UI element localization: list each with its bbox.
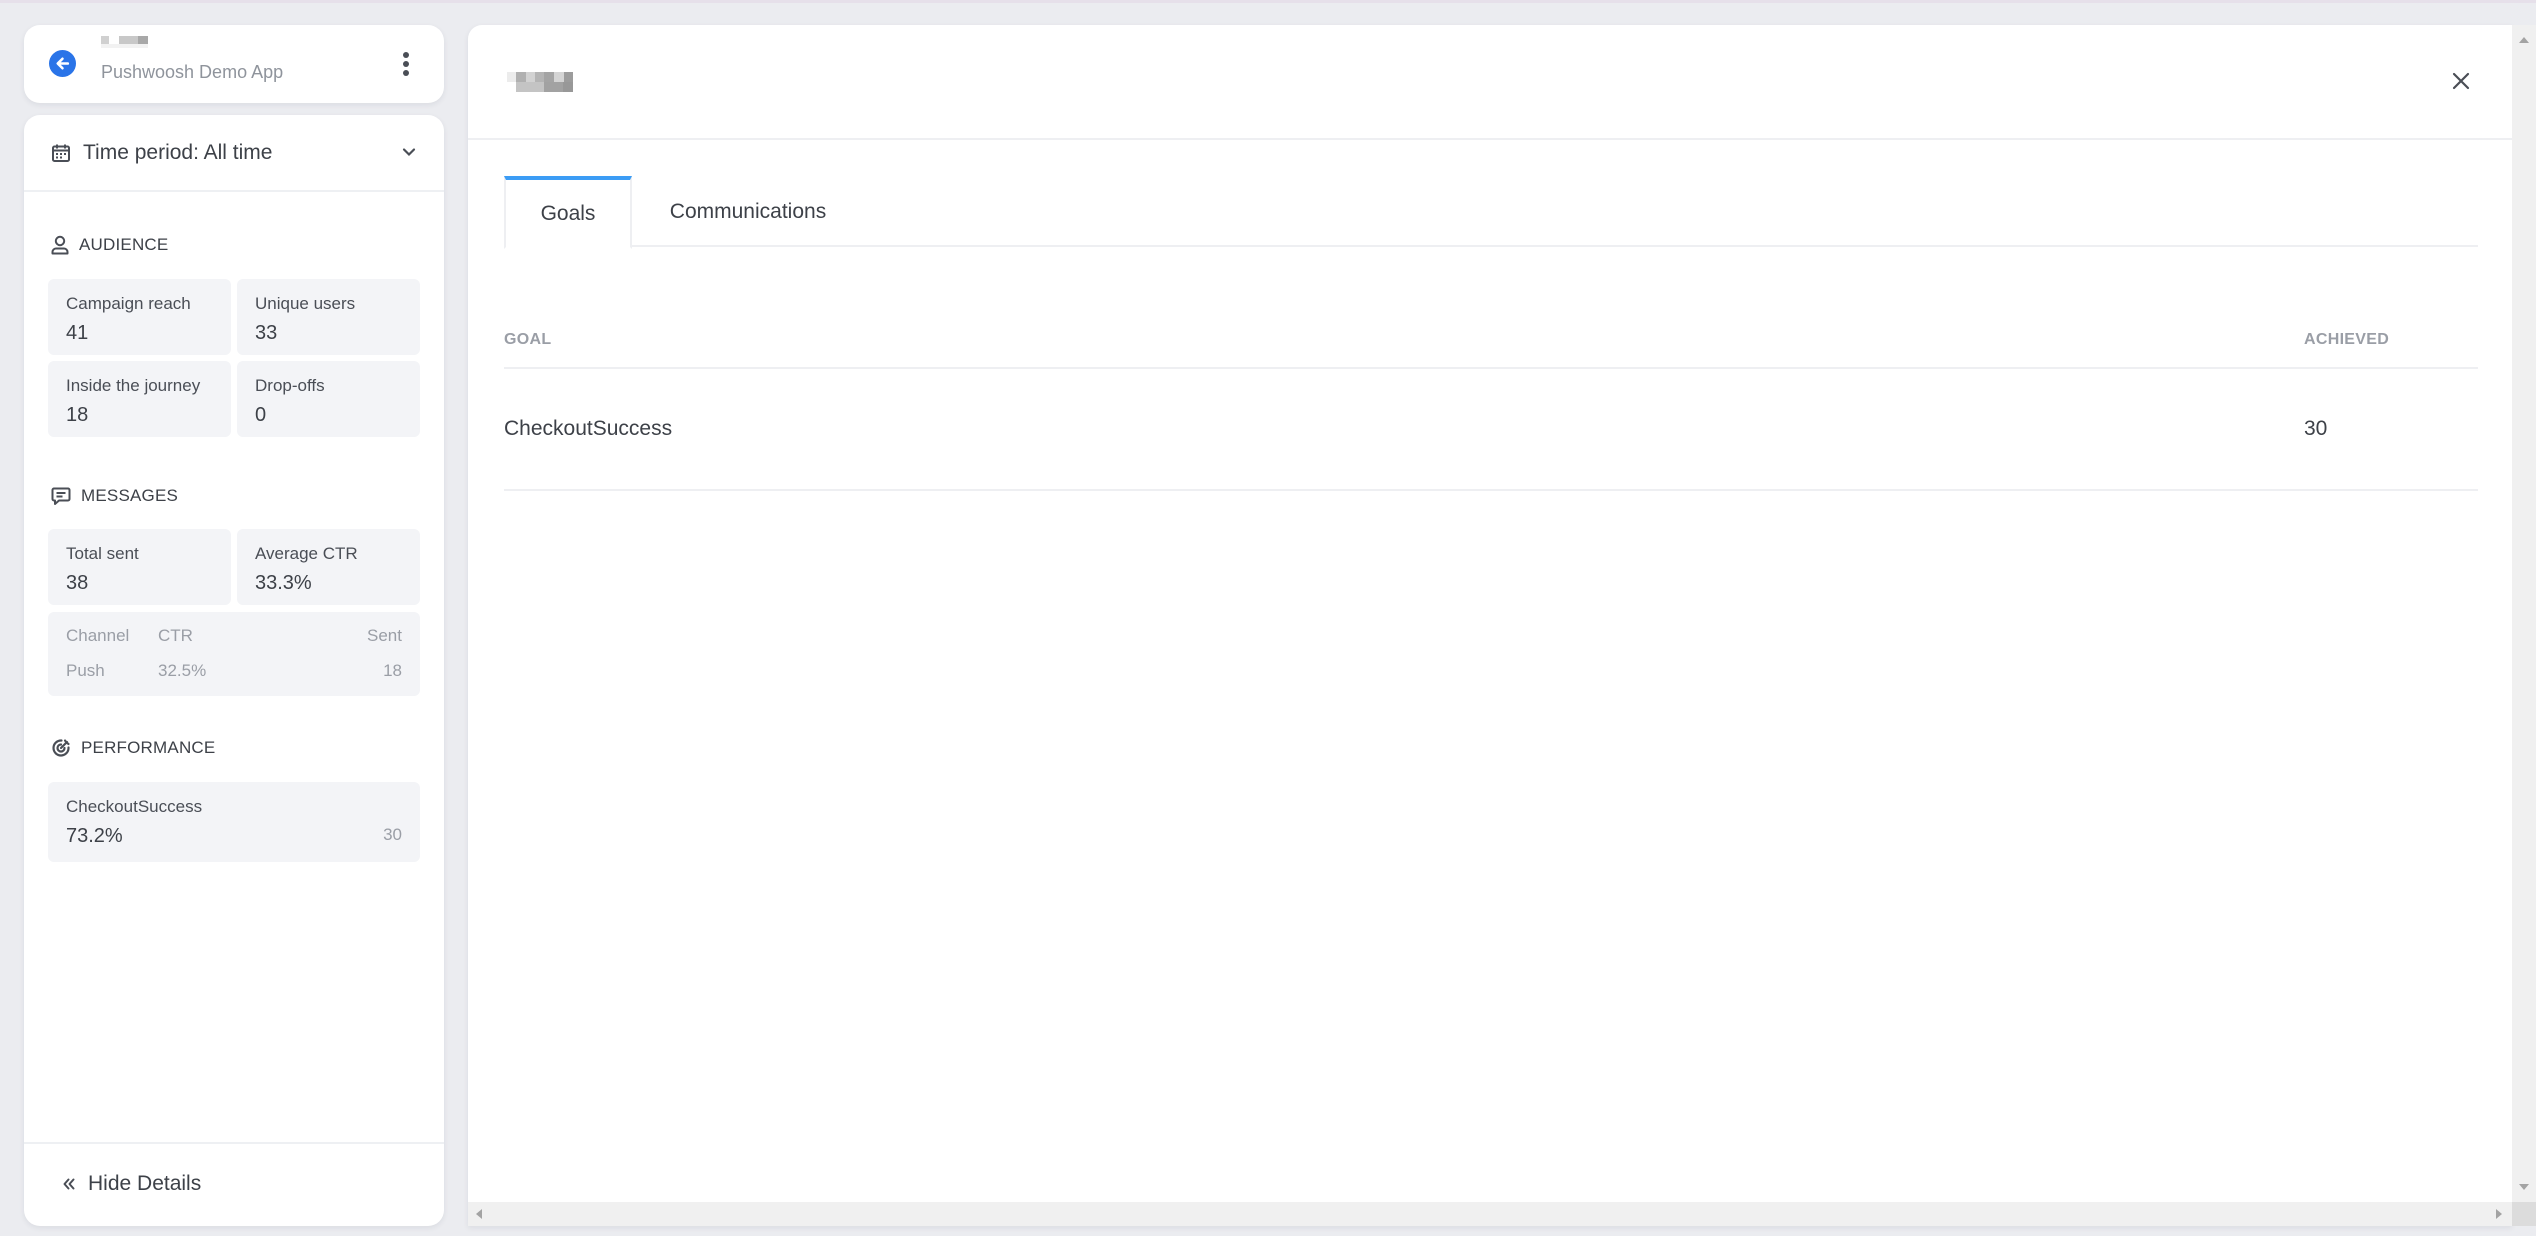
tab-goals[interactable]: Goals — [504, 176, 632, 249]
app-name: Pushwoosh Demo App — [101, 62, 284, 82]
achieved-cell: 30 — [2304, 417, 2328, 440]
panel-header — [468, 25, 2512, 140]
performance-section-title: PERFORMANCE — [51, 738, 215, 758]
chevron-down-icon — [402, 148, 416, 157]
close-icon[interactable] — [2451, 71, 2471, 91]
scroll-right-icon[interactable] — [2496, 1209, 2502, 1219]
message-icon — [51, 487, 71, 505]
details-panel: Goals Communications GOAL ACHIEVED Check… — [468, 25, 2512, 1226]
stat-tile-average-ctr: Average CTR 33.3% — [237, 529, 420, 605]
horizontal-scrollbar[interactable] — [468, 1202, 2512, 1226]
more-vertical-icon — [403, 52, 409, 58]
scrollbar-corner — [2512, 1202, 2536, 1226]
hide-details-bar: Hide Details — [24, 1142, 444, 1226]
audience-section-title: AUDIENCE — [51, 235, 168, 255]
user-icon — [51, 235, 69, 255]
chevrons-left-icon — [63, 1178, 75, 1190]
scroll-down-icon[interactable] — [2519, 1184, 2529, 1190]
hide-details-button[interactable]: Hide Details — [62, 1172, 201, 1196]
sent-header: Sent — [367, 626, 402, 645]
goals-table-header: GOAL ACHIEVED — [504, 305, 2478, 369]
window-top-border — [0, 0, 2536, 3]
channel-breakdown-table: Channel CTR Sent Push 32.5% 18 — [48, 612, 420, 696]
journey-name-redacted — [101, 36, 148, 62]
back-button[interactable] — [49, 50, 76, 77]
goal-performance-tile: CheckoutSuccess 73.2% 30 — [48, 782, 420, 862]
scroll-left-icon[interactable] — [476, 1209, 482, 1219]
ctr-cell: 32.5% — [158, 661, 207, 680]
table-row[interactable]: CheckoutSuccess 30 — [504, 369, 2478, 491]
goal-column-header: GOAL — [504, 331, 552, 348]
target-icon — [52, 739, 70, 757]
arrow-left-icon — [56, 57, 70, 70]
more-options-button[interactable] — [396, 50, 416, 78]
panel-title-redacted — [507, 72, 575, 92]
stat-tile-unique-users: Unique users 33 — [237, 279, 420, 355]
calendar-icon — [52, 144, 70, 162]
panel-tabs: Goals Communications — [504, 176, 2478, 249]
goal-rate: 73.2% — [66, 825, 123, 847]
ctr-header: CTR — [158, 626, 193, 645]
time-period-selector[interactable]: Time period: All time — [24, 115, 444, 192]
stat-tile-total-sent: Total sent 38 — [48, 529, 231, 605]
stat-tile-drop-offs: Drop-offs 0 — [237, 361, 420, 437]
stat-tile-campaign-reach: Campaign reach 41 — [48, 279, 231, 355]
time-period-label: Time period: All time — [83, 140, 273, 164]
channel-cell: Push — [66, 661, 105, 680]
goal-cell: CheckoutSuccess — [504, 417, 673, 440]
sent-cell: 18 — [383, 661, 402, 680]
achieved-column-header: ACHIEVED — [2304, 331, 2390, 348]
goal-count: 30 — [383, 825, 402, 844]
channel-header: Channel — [66, 626, 130, 645]
tab-communications[interactable]: Communications — [632, 176, 864, 247]
stat-tile-inside-journey: Inside the journey 18 — [48, 361, 231, 437]
vertical-scrollbar[interactable] — [2512, 25, 2536, 1202]
messages-section-title: MESSAGES — [51, 486, 178, 506]
goal-name: CheckoutSuccess — [66, 797, 203, 816]
scroll-up-icon[interactable] — [2519, 37, 2529, 43]
